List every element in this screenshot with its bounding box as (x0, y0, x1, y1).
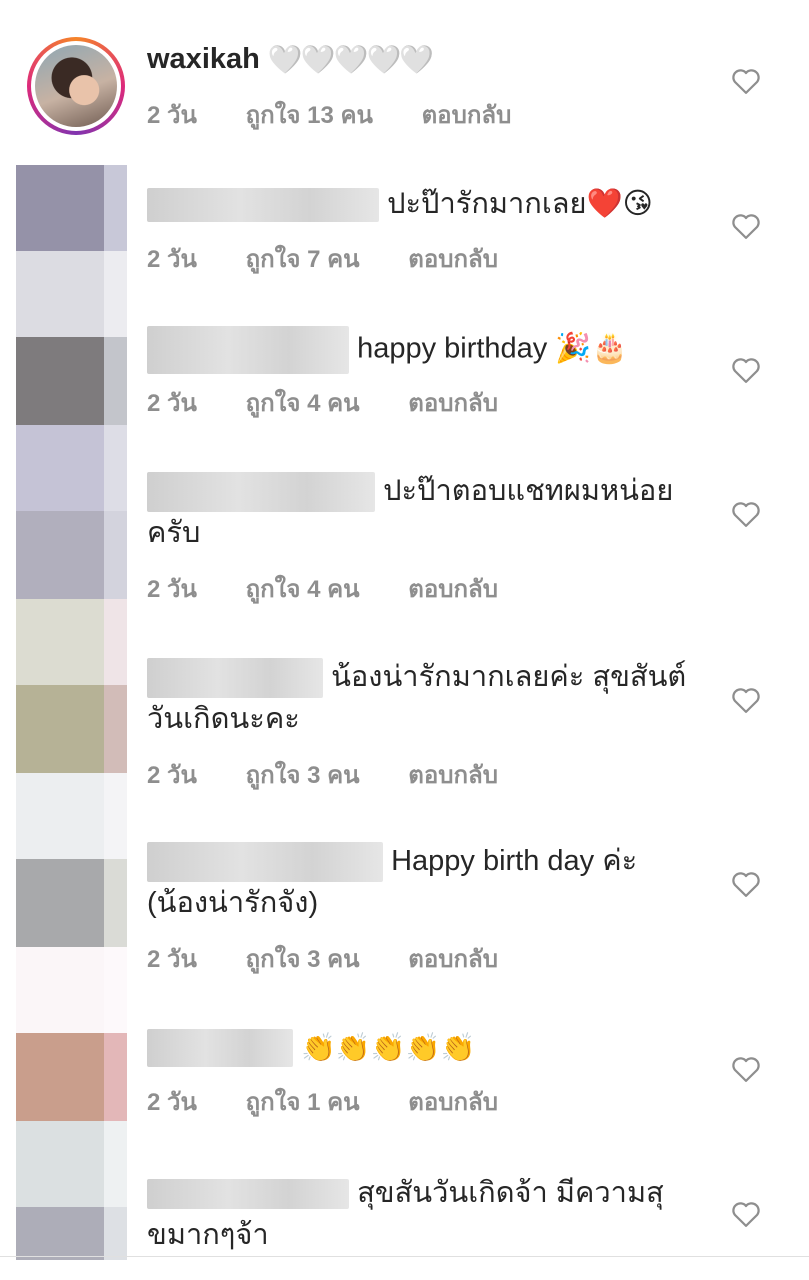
comment-time: 2 วัน (147, 576, 197, 603)
comment-time: 2 วัน (147, 102, 197, 129)
blurred-username (147, 326, 349, 374)
comment-text-line: น้องน่ารักมากเลยค่ะ สุขสันต์วันเกิดนะคะ (147, 656, 699, 740)
comment-meta: 2 วัน ถูกใจ 1 คน ตอบกลับ (147, 1082, 540, 1121)
reply-button[interactable]: ตอบกลับ (408, 390, 498, 417)
blurred-username (147, 1029, 293, 1068)
like-heart-icon[interactable] (731, 1055, 761, 1083)
profile-photo (35, 45, 117, 127)
comment-likes[interactable]: ถูกใจ 1 คน (246, 1089, 360, 1116)
comment-likes[interactable]: ถูกใจ 3 คน (246, 762, 360, 789)
reply-button[interactable]: ตอบกลับ (422, 102, 512, 129)
like-heart-icon[interactable] (731, 1200, 761, 1228)
comment-text-line: ปะป๊าตอบแชทผมหน่อยครับ (147, 470, 699, 554)
like-heart-icon[interactable] (731, 356, 761, 384)
divider (0, 1256, 809, 1257)
comment-time: 2 วัน (147, 946, 197, 973)
comment-text: 🤍🤍🤍🤍🤍 (267, 44, 434, 76)
blurred-username (147, 472, 375, 513)
comment-text-line: สุขสันวันเกิดจ้า มีความสุขมากๆจ้า (147, 1172, 699, 1256)
like-heart-icon[interactable] (731, 686, 761, 714)
reply-button[interactable]: ตอบกลับ (408, 576, 498, 603)
comment-text-line: 👏👏👏👏👏 (147, 1026, 699, 1068)
comment-likes[interactable]: ถูกใจ 13 คน (246, 102, 373, 129)
comment-likes[interactable]: ถูกใจ 4 คน (246, 576, 360, 603)
comment-text-line: Happy birth day ค่ะ (น้องน่ารักจัง) (147, 840, 699, 924)
comment-username[interactable]: waxikah (147, 43, 260, 75)
blurred-username (147, 1179, 349, 1210)
like-heart-icon[interactable] (731, 212, 761, 240)
like-heart-icon[interactable] (731, 870, 761, 898)
reply-button[interactable]: ตอบกลับ (408, 246, 498, 273)
reply-button[interactable]: ตอบกลับ (408, 946, 498, 973)
comment-time: 2 วัน (147, 762, 197, 789)
reply-button[interactable]: ตอบกลับ (408, 762, 498, 789)
comment-meta: 2 วัน ถูกใจ 7 คน ตอบกลับ (147, 239, 540, 278)
like-heart-icon[interactable] (731, 67, 761, 95)
comment-time: 2 วัน (147, 246, 197, 273)
blurred-username (147, 188, 379, 223)
comment-text: 👏👏👏👏👏 (301, 1032, 476, 1064)
comment-text-line: waxikah 🤍🤍🤍🤍🤍 (147, 38, 699, 80)
comment-likes[interactable]: ถูกใจ 4 คน (246, 390, 360, 417)
comment-likes[interactable]: ถูกใจ 3 คน (246, 946, 360, 973)
comment-meta: 2 วัน ถูกใจ 13 คน ตอบกลับ (147, 95, 553, 134)
comment-likes[interactable]: ถูกใจ 7 คน (246, 246, 360, 273)
comment-meta: 2 วัน ถูกใจ 3 คน ตอบกลับ (147, 939, 540, 978)
comment-time: 2 วัน (147, 1089, 197, 1116)
like-heart-icon[interactable] (731, 500, 761, 528)
avatar[interactable] (27, 37, 125, 135)
comment-text: ปะป๊ารักมากเลย❤️😘 (387, 188, 653, 220)
comment-meta: 2 วัน ถูกใจ 4 คน ตอบกลับ (147, 569, 540, 608)
blurred-username (147, 658, 323, 699)
comment-meta: 2 วัน ถูกใจ 4 คน ตอบกลับ (147, 383, 540, 422)
comment-text-line: happy birthday 🎉🎂 (147, 326, 699, 374)
reply-button[interactable]: ตอบกลับ (408, 1089, 498, 1116)
comment-text: happy birthday 🎉🎂 (357, 332, 628, 365)
comment-time: 2 วัน (147, 390, 197, 417)
comment-meta: 2 วัน ถูกใจ 3 คน ตอบกลับ (147, 755, 540, 794)
comment-text-line: ปะป๊ารักมากเลย❤️😘 (147, 183, 699, 225)
blurred-username (147, 842, 383, 883)
